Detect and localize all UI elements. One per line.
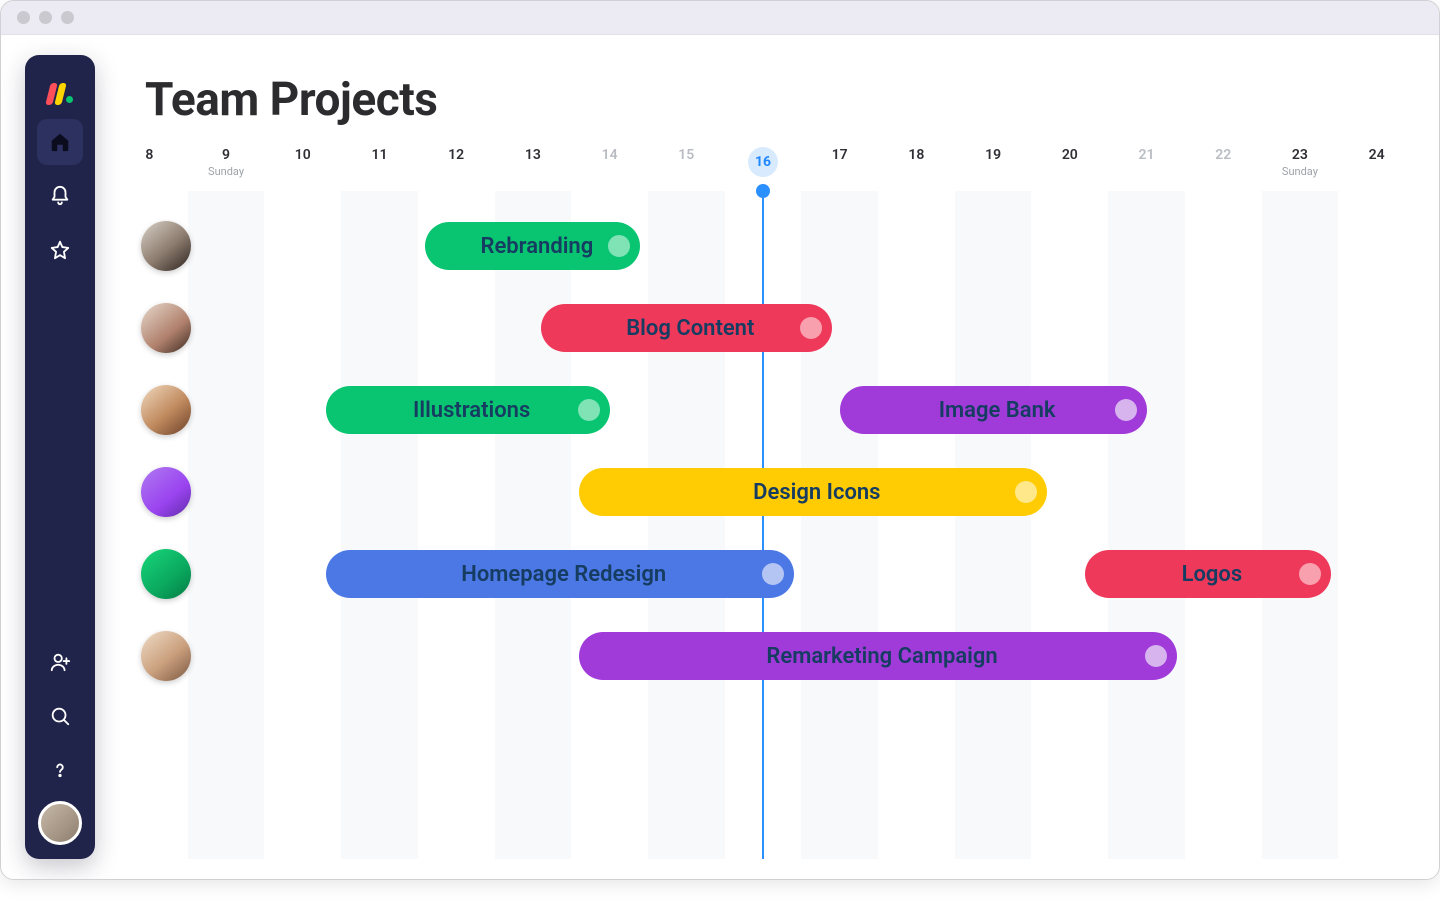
- task-handle-icon[interactable]: [1145, 645, 1167, 667]
- date-column[interactable]: 23 Sunday: [1262, 147, 1339, 178]
- date-number: 9: [188, 147, 265, 163]
- task-handle-icon[interactable]: [1015, 481, 1037, 503]
- date-number: 10: [264, 147, 341, 163]
- date-column[interactable]: 18: [878, 147, 955, 163]
- row-avatar[interactable]: [141, 303, 191, 353]
- nav-invite[interactable]: [37, 639, 83, 685]
- task-handle-icon[interactable]: [1115, 399, 1137, 421]
- profile-avatar[interactable]: [38, 801, 82, 845]
- row-avatar[interactable]: [141, 631, 191, 681]
- row-avatar[interactable]: [141, 467, 191, 517]
- window-dot: [61, 11, 74, 24]
- task-handle-icon[interactable]: [762, 563, 784, 585]
- task-bar[interactable]: Logos: [1085, 550, 1330, 598]
- row-avatar[interactable]: [141, 221, 191, 271]
- nav-home[interactable]: [37, 119, 83, 165]
- date-column[interactable]: 16: [725, 147, 802, 177]
- task-handle-icon[interactable]: [578, 399, 600, 421]
- date-number: 15: [648, 147, 725, 163]
- date-number: 24: [1338, 147, 1415, 163]
- nav-search[interactable]: [37, 693, 83, 739]
- task-label: Illustrations: [413, 398, 530, 423]
- app-window: Team Projects 89 Sunday 101112131415 16 1718…: [0, 0, 1440, 880]
- date-number: 20: [1031, 147, 1108, 163]
- date-column[interactable]: 20: [1031, 147, 1108, 163]
- task-bar[interactable]: Illustrations: [326, 386, 610, 434]
- date-column[interactable]: 17: [801, 147, 878, 163]
- task-label: Rebranding: [480, 234, 593, 259]
- date-column[interactable]: 24: [1338, 147, 1415, 163]
- date-number: 11: [341, 147, 418, 163]
- task-label: Design Icons: [753, 480, 880, 505]
- task-handle-icon[interactable]: [608, 235, 630, 257]
- date-subtext: Sunday: [1262, 165, 1339, 178]
- task-label: Homepage Redesign: [461, 562, 666, 587]
- task-bar[interactable]: Design Icons: [579, 468, 1047, 516]
- today-marker-dot: [756, 184, 770, 198]
- task-handle-icon[interactable]: [1299, 563, 1321, 585]
- window-dot: [39, 11, 52, 24]
- star-icon: [49, 239, 71, 261]
- date-number: 18: [878, 147, 955, 163]
- task-label: Blog Content: [626, 316, 754, 341]
- today-line: [762, 191, 764, 859]
- date-number: 23: [1262, 147, 1339, 163]
- date-column[interactable]: 11: [341, 147, 418, 163]
- date-number: 13: [495, 147, 572, 163]
- date-number: 14: [571, 147, 648, 163]
- date-number: 22: [1185, 147, 1262, 163]
- date-column[interactable]: 22: [1185, 147, 1262, 163]
- row-avatar[interactable]: [141, 549, 191, 599]
- nav-help[interactable]: [37, 747, 83, 793]
- task-bar[interactable]: Blog Content: [541, 304, 832, 352]
- task-bar[interactable]: Remarketing Campaign: [579, 632, 1177, 680]
- date-column[interactable]: 9 Sunday: [188, 147, 265, 178]
- date-number: 21: [1108, 147, 1185, 163]
- help-icon: [49, 759, 71, 781]
- task-bar[interactable]: Homepage Redesign: [326, 550, 794, 598]
- app-logo-icon: [43, 71, 77, 105]
- nav-notifications[interactable]: [37, 173, 83, 219]
- bell-icon: [49, 185, 71, 207]
- sidebar: [25, 55, 95, 859]
- date-column[interactable]: 19: [955, 147, 1032, 163]
- task-bar[interactable]: Image Bank: [840, 386, 1147, 434]
- page-title: Team Projects: [111, 55, 1415, 137]
- add-user-icon: [49, 651, 71, 673]
- home-icon: [49, 131, 71, 153]
- titlebar: [1, 1, 1439, 35]
- task-label: Logos: [1182, 562, 1243, 587]
- date-subtext: Sunday: [188, 165, 265, 178]
- date-column[interactable]: 10: [264, 147, 341, 163]
- date-column[interactable]: 12: [418, 147, 495, 163]
- search-icon: [49, 705, 71, 727]
- task-handle-icon[interactable]: [800, 317, 822, 339]
- date-column[interactable]: 21: [1108, 147, 1185, 163]
- date-column[interactable]: 13: [495, 147, 572, 163]
- task-label: Remarketing Campaign: [766, 644, 997, 669]
- task-bar[interactable]: Rebranding: [425, 222, 640, 270]
- date-column[interactable]: 15: [648, 147, 725, 163]
- date-column[interactable]: 14: [571, 147, 648, 163]
- task-label: Image Bank: [939, 398, 1056, 423]
- date-number: 8: [111, 147, 188, 163]
- today-badge: 16: [748, 147, 778, 177]
- date-number: 19: [955, 147, 1032, 163]
- main-content: Team Projects 89 Sunday 101112131415 16 1718…: [111, 55, 1415, 859]
- nav-favorites[interactable]: [37, 227, 83, 273]
- date-column[interactable]: 8: [111, 147, 188, 163]
- row-avatar[interactable]: [141, 385, 191, 435]
- timeline: 89 Sunday 101112131415 16 17181920212223 Sund…: [111, 147, 1415, 859]
- window-dot: [17, 11, 30, 24]
- date-number: 12: [418, 147, 495, 163]
- date-number: 17: [801, 147, 878, 163]
